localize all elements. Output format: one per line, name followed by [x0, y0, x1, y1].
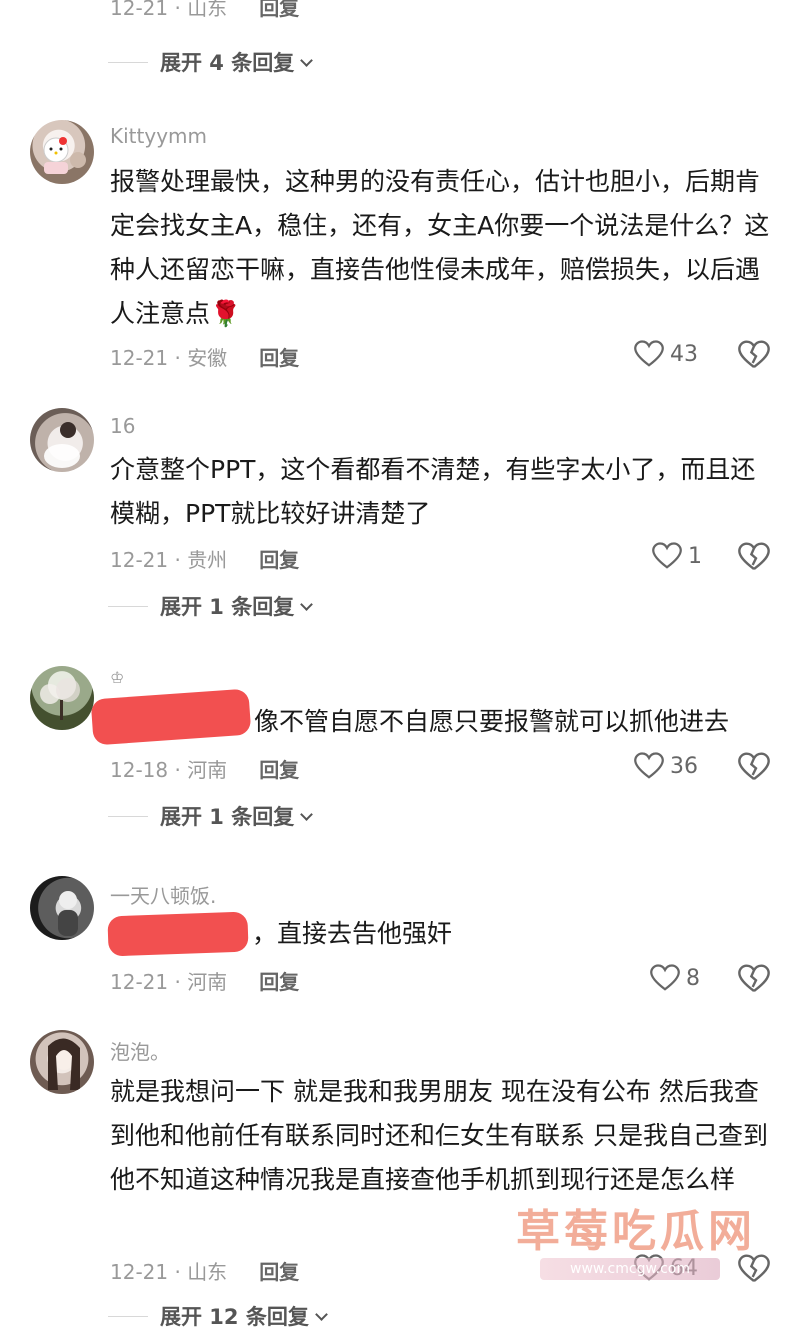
comment-meta: 12-21 · 河南 回复 [110, 966, 299, 995]
comment-date-location: 12-18 · 河南 [110, 758, 228, 782]
previous-comment-meta: 12-21 · 山东 回复 [110, 0, 299, 21]
reply-button[interactable]: 回复 [259, 966, 299, 995]
tree-icon [40, 678, 80, 720]
redaction-mark [90, 688, 252, 746]
comment-date-location: 12-21 · 山东 [110, 1260, 228, 1284]
faded-overlay [540, 0, 800, 110]
expand-replies-label: 展开 1 条回复 [160, 805, 295, 829]
figure-icon [44, 422, 80, 468]
chevron-down-icon [314, 1307, 328, 1321]
broken-heart-icon [738, 340, 770, 368]
avatar[interactable] [30, 1030, 94, 1094]
username[interactable]: ♔ [110, 668, 124, 687]
dislike-button[interactable] [738, 752, 770, 786]
dislike-button[interactable] [738, 1254, 770, 1288]
avatar[interactable] [30, 876, 94, 940]
avatar[interactable] [30, 666, 94, 730]
heart-icon [634, 340, 664, 367]
reply-button[interactable]: 回复 [259, 1256, 299, 1285]
comment-text: 像不管自愿不自愿只要报警就可以抓他进去 [254, 707, 730, 736]
chevron-down-icon [300, 807, 314, 821]
reply-button[interactable]: 回复 [259, 754, 299, 783]
expand-replies-button[interactable]: 展开 1 条回复 [108, 586, 314, 626]
chevron-down-icon [300, 597, 314, 611]
divider [108, 61, 148, 63]
like-count: 8 [686, 965, 700, 991]
person-silhouette-icon [58, 891, 78, 936]
divider [108, 815, 148, 817]
like-button[interactable]: 8 [650, 964, 700, 992]
comment-text: 就是我想问一下 就是我和我男朋友 现在没有公布 然后我查到他和他前任有联系同时还… [110, 1077, 768, 1194]
username[interactable]: 一天八顿饭. [110, 880, 216, 909]
comment-meta: 12-21 · 山东 回复 [110, 1256, 299, 1285]
expand-replies-label: 展开 1 条回复 [160, 595, 295, 619]
avatar[interactable] [30, 120, 94, 184]
comment-date-location: 12-21 · 河南 [110, 970, 228, 994]
comment-date-location: 12-21 · 山东 [110, 0, 228, 20]
comment-date-location: 12-21 · 贵州 [110, 548, 228, 572]
comment-text: ，直接去告他强奸 [252, 919, 453, 948]
username[interactable]: Kittyymm [110, 124, 207, 148]
like-count: 1 [688, 543, 702, 569]
broken-heart-icon [738, 964, 770, 992]
like-button[interactable]: 1 [652, 542, 702, 570]
watermark-url: www.cmcgw.com [540, 1258, 720, 1280]
expand-replies-button[interactable]: 展开 4 条回复 [108, 42, 314, 82]
like-count: 36 [670, 753, 698, 779]
expand-replies-label: 展开 12 条回复 [160, 1305, 309, 1329]
broken-heart-icon [738, 542, 770, 570]
like-button[interactable]: 36 [634, 752, 698, 780]
comment-date-location: 12-21 · 安徽 [110, 346, 228, 370]
expand-replies-button[interactable]: 展开 1 条回复 [108, 796, 314, 836]
comment-text: 介意整个PPT，这个看都看不清楚，有些字太小了，而且还模糊，PPT就比较好讲清楚… [110, 455, 756, 528]
dislike-button[interactable] [738, 340, 770, 374]
username[interactable]: 泡泡。 [110, 1036, 170, 1065]
divider [108, 1315, 148, 1317]
hello-kitty-icon [43, 137, 86, 174]
watermark: 草莓吃瓜网 [516, 1206, 756, 1257]
expand-replies-button[interactable]: 展开 12 条回复 [108, 1296, 328, 1333]
heart-icon [652, 542, 682, 569]
like-count: 43 [670, 341, 698, 367]
comment-meta: 12-18 · 河南 回复 [110, 754, 299, 783]
broken-heart-icon [738, 752, 770, 780]
expand-replies-label: 展开 4 条回复 [160, 51, 295, 75]
dislike-button[interactable] [738, 542, 770, 576]
comment-meta: 12-21 · 贵州 回复 [110, 544, 299, 573]
comment-text: 报警处理最快，这种男的没有责任心，估计也胆小，后期肯定会找女主A，稳住，还有，女… [110, 167, 770, 328]
reply-button[interactable]: 回复 [259, 342, 299, 371]
heart-icon [634, 752, 664, 779]
avatar[interactable] [30, 408, 94, 472]
reply-button[interactable]: 回复 [259, 0, 299, 21]
like-button[interactable]: 43 [634, 340, 698, 368]
dislike-button[interactable] [738, 964, 770, 998]
chevron-down-icon [300, 53, 314, 67]
divider [108, 605, 148, 607]
reply-button[interactable]: 回复 [259, 544, 299, 573]
heart-icon [650, 964, 680, 991]
portrait-icon [48, 1038, 80, 1090]
comment-meta: 12-21 · 安徽 回复 [110, 342, 299, 371]
redaction-mark [107, 911, 249, 957]
username[interactable]: 16 [110, 414, 135, 438]
